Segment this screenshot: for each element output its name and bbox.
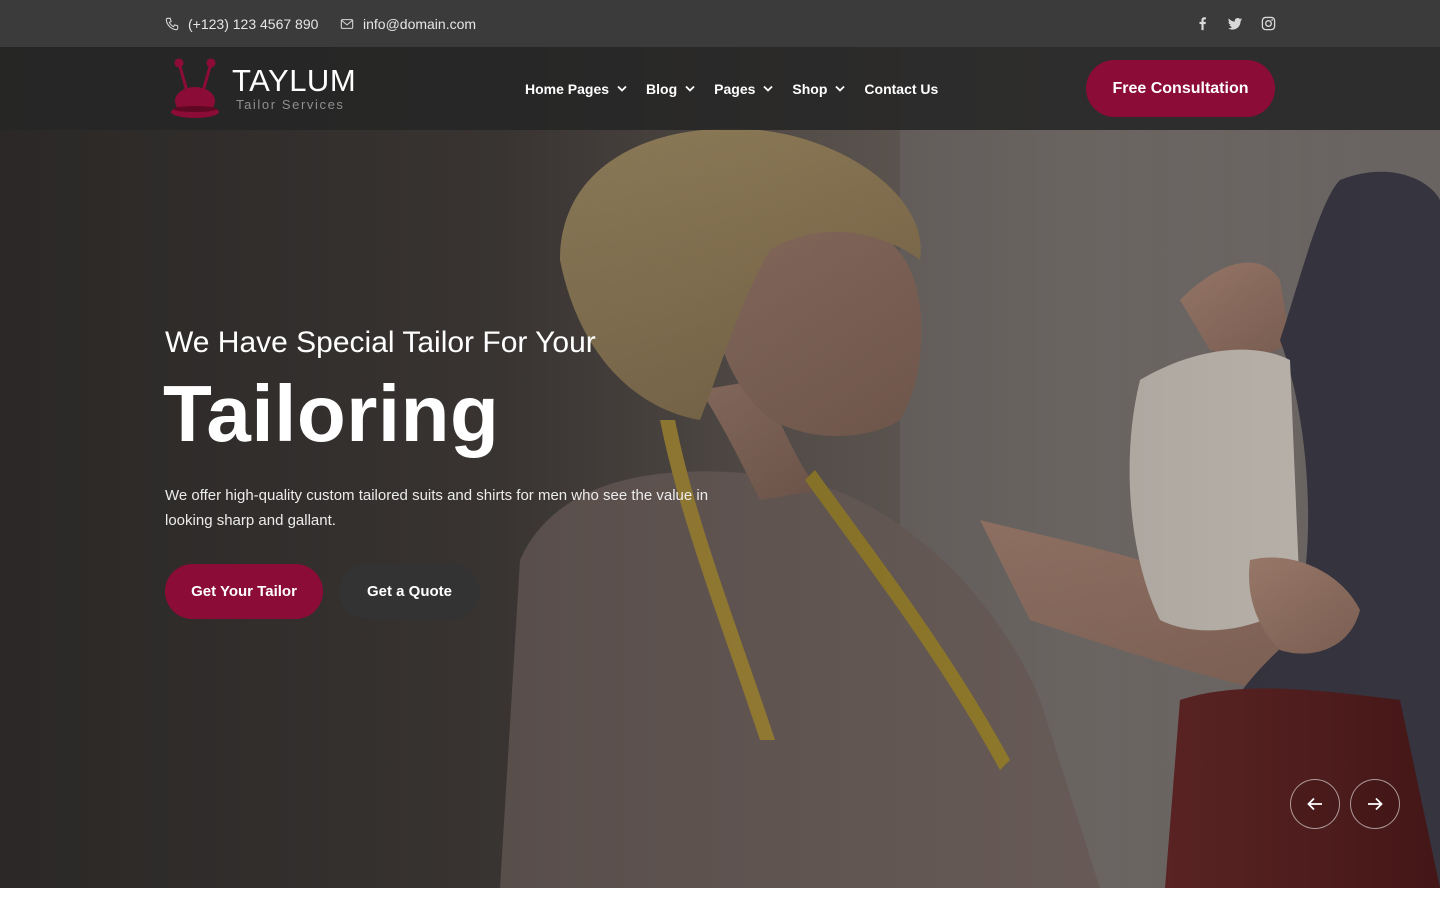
top-bar-email[interactable]: info@domain.com [340, 0, 476, 47]
main-menu: Home Pages Blog Pages Shop Contact Us [525, 47, 938, 130]
instagram-icon[interactable] [1261, 16, 1276, 31]
email-address: info@domain.com [363, 15, 477, 32]
chevron-down-icon [685, 85, 695, 92]
pincushion-logo-icon [171, 58, 219, 118]
brand-logo[interactable]: TAYLUM Tailor Services [168, 57, 356, 121]
brand-tagline: Tailor Services [236, 97, 345, 112]
arrow-right-icon [1368, 797, 1383, 811]
envelope-icon [340, 18, 354, 29]
hero-description: We offer high-quality custom tailored su… [165, 487, 709, 529]
brand-name: TAYLUM [232, 63, 357, 98]
get-a-quote-button[interactable]: Get a Quote [339, 564, 480, 619]
top-bar: (+123) 123 4567 890 info@domain.com [0, 0, 1440, 47]
arrow-left-icon [1307, 797, 1322, 811]
twitter-icon[interactable] [1228, 16, 1243, 31]
nav-item-shop[interactable]: Shop [792, 80, 846, 97]
nav-item-label: Home Pages [525, 80, 610, 97]
main-navbar: TAYLUM Tailor Services Home Pages Blog P… [0, 47, 1440, 130]
hero-eyebrow: We Have Special Tailor For Your [165, 326, 596, 359]
chevron-down-icon [763, 85, 774, 92]
nav-item-label: Blog [646, 80, 678, 97]
nav-item-label: Pages [714, 80, 756, 97]
nav-item-label: Contact Us [864, 80, 939, 97]
top-bar-phone[interactable]: (+123) 123 4567 890 [165, 0, 318, 47]
social-links [1195, 0, 1276, 47]
nav-item-label: Shop [792, 80, 828, 97]
chevron-down-icon [617, 85, 627, 92]
facebook-icon[interactable] [1195, 16, 1210, 31]
page-bottom-strip [0, 888, 1440, 900]
nav-item-blog[interactable]: Blog [646, 81, 695, 97]
nav-item-home-pages[interactable]: Home Pages [525, 81, 627, 97]
nav-item-pages[interactable]: Pages [714, 80, 774, 97]
chevron-down-icon [835, 85, 846, 92]
slider-prev-button[interactable] [1290, 779, 1340, 829]
get-your-tailor-button[interactable]: Get Your Tailor [165, 564, 323, 619]
phone-icon [165, 17, 179, 30]
free-consultation-button[interactable]: Free Consultation [1086, 60, 1275, 117]
nav-item-contact-us[interactable]: Contact Us [864, 81, 938, 97]
phone-number: (+123) 123 4567 890 [188, 15, 319, 32]
slider-next-button[interactable] [1350, 779, 1400, 829]
hero-headline: Tailoring [163, 369, 500, 458]
